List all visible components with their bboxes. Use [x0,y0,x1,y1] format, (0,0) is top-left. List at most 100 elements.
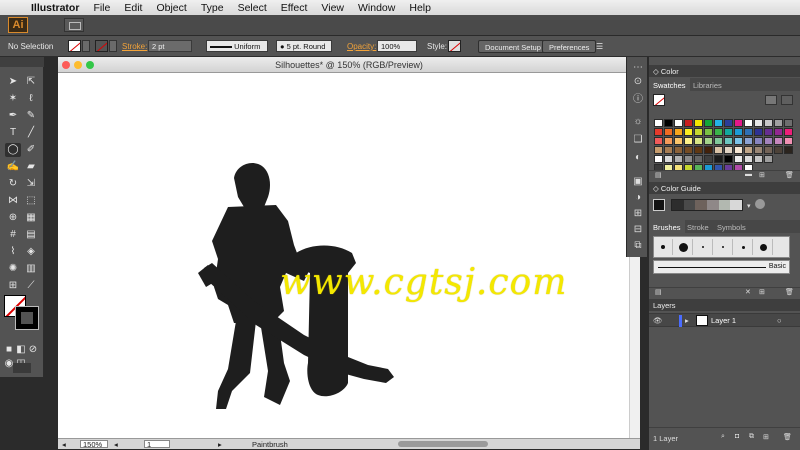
gradient-panel-icon[interactable]: ◑ [631,191,645,205]
swatch-cell[interactable] [664,137,673,145]
close-window-icon[interactable] [62,61,70,69]
swatch-cell[interactable] [724,128,733,136]
swatch-cell[interactable] [784,128,793,136]
silhouette-artwork[interactable] [58,73,629,439]
swatch-cell[interactable] [754,146,763,154]
delete-brush-icon[interactable]: 🗑 [785,288,794,296]
brush-library-icon[interactable]: ▤ [655,288,662,296]
remove-brush-stroke-icon[interactable]: ✕ [745,288,751,296]
stroke-swatch-icon[interactable] [15,306,39,330]
layers-panel-header[interactable]: Layers [649,299,800,311]
swatch-cell[interactable] [724,137,733,145]
swatch-cell[interactable] [754,119,763,127]
layer-target-icon[interactable]: ○ [777,316,782,325]
swatch-cell[interactable] [744,119,753,127]
swatch-cell[interactable] [744,146,753,154]
swatch-cell[interactable] [694,155,703,163]
artboard-prev-icon[interactable]: ◂ [114,440,118,449]
swatch-cell[interactable] [674,119,683,127]
width-tool-icon[interactable]: ⋈ [5,194,21,208]
tab-libraries[interactable]: Libraries [689,78,726,91]
brush-preset[interactable] [714,239,733,255]
swatch-cell[interactable] [664,155,673,163]
stroke-color-icon[interactable] [95,40,108,52]
visibility-eye-icon[interactable]: 👁 [653,316,663,325]
swatch-cell[interactable] [684,155,693,163]
type-tool-icon[interactable]: T [5,126,21,140]
grid-view-icon[interactable] [781,95,793,105]
new-color-group-icon[interactable]: ▬ [745,171,752,178]
ellipse-tool-icon[interactable]: ◯ [5,143,21,157]
menu-file[interactable]: File [86,2,117,14]
artboard-field[interactable]: 1 [144,440,170,448]
brush-preset[interactable] [654,239,673,255]
delete-swatch-icon[interactable]: 🗑 [785,171,794,179]
align-panel-icon[interactable]: ⊟ [631,223,645,237]
swatch-cell[interactable] [674,155,683,163]
fill-stroke-widget[interactable] [4,295,40,331]
swatch-cell[interactable] [714,137,723,145]
lasso-tool-icon[interactable]: ℓ [23,92,39,106]
swatch-cell[interactable] [704,137,713,145]
swatch-cell[interactable] [714,128,723,136]
arrange-documents-icon[interactable] [64,18,84,32]
expand-layer-icon[interactable]: ▸ [685,316,689,325]
opacity-field[interactable]: 100% [377,40,417,52]
list-view-icon[interactable] [765,95,777,105]
magic-wand-tool-icon[interactable]: ✶ [5,92,21,106]
swatch-cell[interactable] [724,119,733,127]
swatch-cell[interactable] [764,128,773,136]
mesh-tool-icon[interactable]: # [5,228,21,242]
shaper-tool-icon[interactable]: ✍ [5,160,21,174]
stroke-dropdown-icon[interactable] [109,40,117,52]
scale-tool-icon[interactable]: ⇲ [23,177,39,191]
swatch-cell[interactable] [774,137,783,145]
stroke-link[interactable]: Stroke: [122,42,147,51]
line-tool-icon[interactable]: ╱ [23,126,39,140]
swatch-cell[interactable] [674,137,683,145]
tab-brushes[interactable]: Brushes [649,220,685,233]
navigator-panel-icon[interactable]: ⊙ [631,75,645,89]
color-mode-icon[interactable]: ■ [4,343,14,357]
tab-stroke[interactable]: Stroke [683,220,713,233]
edit-colors-icon[interactable] [755,199,765,209]
swatch-cell[interactable] [784,137,793,145]
swatch-cell[interactable] [784,119,793,127]
strip-grip-icon[interactable]: ⋯ [631,61,645,75]
shape-builder-tool-icon[interactable]: ⊕ [5,211,21,225]
stroke-weight-field[interactable]: 2 pt [148,40,192,52]
preferences-button[interactable]: Preferences [542,40,597,53]
direct-selection-tool-icon[interactable]: ⇱ [23,75,39,89]
slice-tool-icon[interactable]: ⟋ [23,279,39,293]
swatch-cell[interactable] [694,119,703,127]
free-transform-tool-icon[interactable]: ⬚ [23,194,39,208]
swatch-cell[interactable] [774,119,783,127]
swatch-cell[interactable] [684,119,693,127]
swatch-cell[interactable] [744,128,753,136]
menu-help[interactable]: Help [402,2,438,14]
swatch-cell[interactable] [654,119,663,127]
pathfinder-panel-icon[interactable]: ⧉ [631,239,645,253]
transform-panel-icon[interactable]: ⊞ [631,207,645,221]
opacity-link[interactable]: Opacity: [347,42,376,51]
fill-color-icon[interactable] [68,40,81,52]
document-setup-button[interactable]: Document Setup [478,40,548,53]
perspective-grid-tool-icon[interactable]: ▦ [23,211,39,225]
swatch-cell[interactable] [734,146,743,154]
tab-swatches[interactable]: Swatches [649,78,690,91]
curvature-tool-icon[interactable]: ✎ [23,109,39,123]
none-mode-icon[interactable]: ⊘ [28,343,38,357]
minimize-window-icon[interactable] [74,61,82,69]
swatch-cell[interactable] [654,155,663,163]
swatch-cell[interactable] [734,137,743,145]
symbols-panel-icon[interactable]: ▣ [631,175,645,189]
brush-preset[interactable] [754,239,773,255]
symbol-sprayer-tool-icon[interactable]: ✺ [5,262,21,276]
menu-select[interactable]: Select [231,2,274,14]
screen-mode-icon[interactable] [13,363,31,373]
menu-type[interactable]: Type [194,2,231,14]
basic-brush-row[interactable]: Basic [653,260,790,274]
delete-layer-icon[interactable]: 🗑 [783,433,792,441]
swatch-cell[interactable] [774,146,783,154]
swatch-cell[interactable] [714,155,723,163]
